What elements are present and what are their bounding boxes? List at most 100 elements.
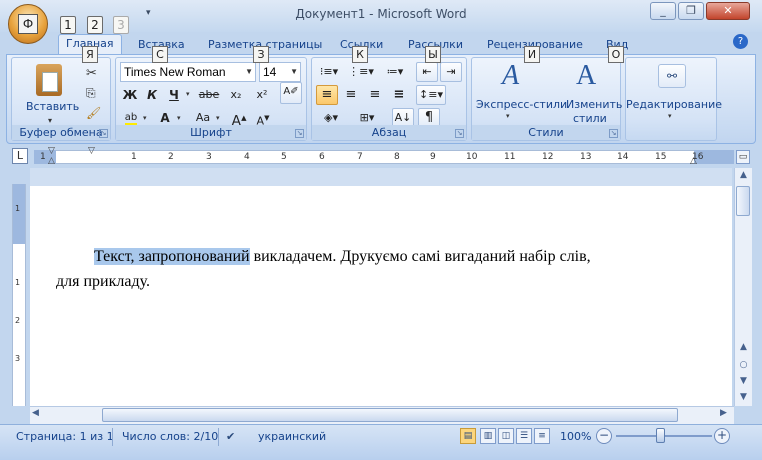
selected-text[interactable]: Текст, запропонований bbox=[94, 248, 250, 265]
language-status[interactable]: украинский bbox=[258, 429, 326, 445]
office-button-keytip: Ф bbox=[18, 14, 38, 34]
ribbon: Вставить ▾ ✂ ⎘ 🖌 Буфер обмена ↘ Times Ne… bbox=[6, 54, 756, 144]
styles-group-label: Стили bbox=[472, 125, 620, 140]
scroll-down-icon[interactable]: ▼ bbox=[736, 390, 751, 405]
proofing-icon[interactable]: ✔ bbox=[226, 429, 235, 445]
zoom-in-icon[interactable]: + bbox=[714, 428, 730, 444]
copy-icon[interactable]: ⎘ bbox=[86, 86, 96, 101]
select-browse-object-icon[interactable]: ○ bbox=[736, 358, 751, 373]
paragraph-line-2: для прикладу. bbox=[56, 273, 151, 290]
font-color-dropdown-icon[interactable]: ▾ bbox=[177, 114, 181, 122]
zoom-level[interactable]: 100% bbox=[560, 429, 591, 445]
close-icon[interactable]: ✕ bbox=[706, 2, 750, 20]
horizontal-scroll-thumb[interactable] bbox=[102, 408, 678, 422]
ruler-number: 2 bbox=[168, 152, 174, 162]
scroll-left-icon[interactable]: ◀ bbox=[32, 408, 39, 418]
font-group: Times New Roman ▼ 14 ▼ Ж К Ч ▾ abe x₂ x² A… bbox=[115, 57, 307, 141]
quick-styles-dropdown-icon[interactable]: ▾ bbox=[506, 112, 510, 120]
vertical-ruler bbox=[12, 184, 26, 406]
format-painter-icon[interactable]: 🖌 bbox=[86, 106, 101, 120]
underline-dropdown-icon[interactable]: ▾ bbox=[186, 90, 190, 98]
clipboard-group-label: Буфер обмена bbox=[12, 125, 110, 140]
strikethrough-button[interactable]: abe bbox=[196, 85, 222, 105]
font-group-label: Шрифт bbox=[116, 125, 306, 140]
ruler-number: 6 bbox=[319, 152, 325, 162]
horizontal-ruler[interactable] bbox=[34, 150, 734, 164]
clear-formatting-icon[interactable]: A✐ bbox=[280, 82, 302, 104]
increase-indent-icon[interactable]: ⇥ bbox=[440, 62, 462, 82]
ruler-number: 14 bbox=[617, 152, 629, 162]
ribbon-tabs: Главная Вставка Разметка страницы Ссылки… bbox=[0, 32, 762, 54]
align-right-icon[interactable]: ≡ bbox=[364, 85, 386, 105]
minimize-icon[interactable]: _ bbox=[650, 2, 676, 20]
decrease-indent-icon[interactable]: ⇤ bbox=[416, 62, 438, 82]
office-button[interactable]: Ф bbox=[8, 4, 48, 44]
change-styles-button[interactable]: Изменить bbox=[566, 98, 622, 111]
align-left-icon[interactable]: ≡ bbox=[316, 85, 338, 105]
subscript-button[interactable]: x₂ bbox=[224, 85, 248, 105]
tab-selector-icon[interactable]: L bbox=[12, 148, 28, 164]
editing-button[interactable]: Редактирование bbox=[626, 98, 722, 111]
paragraph-line-1: викладачем. Друкуємо самі вигаданий набі… bbox=[249, 248, 591, 265]
scroll-right-icon[interactable]: ▶ bbox=[720, 408, 727, 418]
outline-view-icon[interactable]: ☰ bbox=[516, 428, 532, 444]
justify-icon[interactable]: ≡ bbox=[388, 85, 410, 105]
font-size-combo[interactable]: 14 ▼ bbox=[259, 62, 301, 82]
chevron-down-icon: ▼ bbox=[290, 67, 298, 76]
vruler-number: 1 bbox=[15, 204, 21, 213]
ruler-number: 8 bbox=[394, 152, 400, 162]
ruler-number: 5 bbox=[281, 152, 287, 162]
ruler-number: 3 bbox=[206, 152, 212, 162]
line-spacing-icon[interactable]: ↕≡▾ bbox=[416, 85, 446, 105]
help-icon[interactable]: ? bbox=[733, 34, 748, 49]
change-styles-icon[interactable]: A bbox=[576, 60, 596, 92]
zoom-slider-thumb[interactable] bbox=[656, 428, 665, 443]
print-layout-view-icon[interactable]: ▤ bbox=[460, 428, 476, 444]
styles-launcher-icon[interactable]: ↘ bbox=[609, 129, 618, 138]
quick-styles-button[interactable]: Экспресс-стили bbox=[476, 98, 567, 111]
underline-button[interactable]: Ч bbox=[164, 85, 184, 105]
clipboard-launcher-icon[interactable]: ↘ bbox=[99, 129, 108, 138]
quick-styles-icon[interactable]: A bbox=[502, 60, 519, 92]
paste-icon[interactable] bbox=[36, 64, 62, 96]
word-count-status[interactable]: Число слов: 2/10 bbox=[122, 429, 218, 445]
binoculars-icon[interactable]: ⚯ bbox=[658, 64, 686, 88]
bullets-icon[interactable]: ⁝≡▾ bbox=[316, 62, 342, 82]
change-case-dropdown-icon[interactable]: ▾ bbox=[216, 114, 220, 122]
draft-view-icon[interactable]: ≡ bbox=[534, 428, 550, 444]
paste-dropdown-icon[interactable]: ▾ bbox=[48, 116, 52, 125]
scroll-up-icon[interactable]: ▲ bbox=[736, 168, 751, 183]
vruler-number: 2 bbox=[15, 316, 21, 325]
paste-button[interactable]: Вставить bbox=[26, 100, 79, 113]
ruler-number: 15 bbox=[655, 152, 667, 162]
paragraph-group: ⁝≡▾ ⋮≡▾ ≔▾ ⇤ ⇥ ≡ ≡ ≡ ≡ ↕≡▾ ◈▾ ⊞▾ A↓ ¶ Аб… bbox=[311, 57, 467, 141]
full-screen-reading-view-icon[interactable]: ▥ bbox=[480, 428, 496, 444]
ruler-number: 13 bbox=[580, 152, 592, 162]
paragraph-launcher-icon[interactable]: ↘ bbox=[455, 129, 464, 138]
italic-button[interactable]: К bbox=[142, 85, 162, 105]
hanging-indent-marker-icon[interactable]: ▽ bbox=[48, 146, 55, 156]
bold-button[interactable]: Ж bbox=[120, 85, 140, 105]
page-count-status[interactable]: Страница: 1 из 1 bbox=[16, 429, 114, 445]
highlight-dropdown-icon[interactable]: ▾ bbox=[143, 114, 147, 122]
vertical-scroll-thumb[interactable] bbox=[736, 186, 750, 216]
web-layout-view-icon[interactable]: ◫ bbox=[498, 428, 514, 444]
ruler-number: 1 bbox=[40, 152, 46, 162]
font-launcher-icon[interactable]: ↘ bbox=[295, 129, 304, 138]
cut-icon[interactable]: ✂ bbox=[86, 66, 97, 81]
multilevel-list-icon[interactable]: ≔▾ bbox=[380, 62, 410, 82]
editing-dropdown-icon[interactable]: ▾ bbox=[668, 112, 672, 120]
numbering-icon[interactable]: ⋮≡▾ bbox=[346, 62, 376, 82]
left-indent-marker-icon[interactable]: △ bbox=[48, 156, 55, 166]
previous-page-icon[interactable]: ▲ bbox=[736, 340, 751, 355]
view-ruler-icon[interactable]: ▭ bbox=[736, 150, 750, 164]
zoom-out-icon[interactable]: − bbox=[596, 428, 612, 444]
first-line-indent-marker-icon[interactable]: ▽ bbox=[88, 146, 95, 156]
align-center-icon[interactable]: ≡ bbox=[340, 85, 362, 105]
document-text[interactable]: Текст, запропонований викладачем. Друкує… bbox=[56, 244, 696, 294]
next-page-icon[interactable]: ▼ bbox=[736, 374, 751, 389]
superscript-button[interactable]: x² bbox=[250, 85, 274, 105]
font-name-combo[interactable]: Times New Roman ▼ bbox=[120, 62, 256, 82]
restore-icon[interactable]: ❐ bbox=[678, 2, 704, 20]
page-top-gap bbox=[30, 168, 732, 186]
